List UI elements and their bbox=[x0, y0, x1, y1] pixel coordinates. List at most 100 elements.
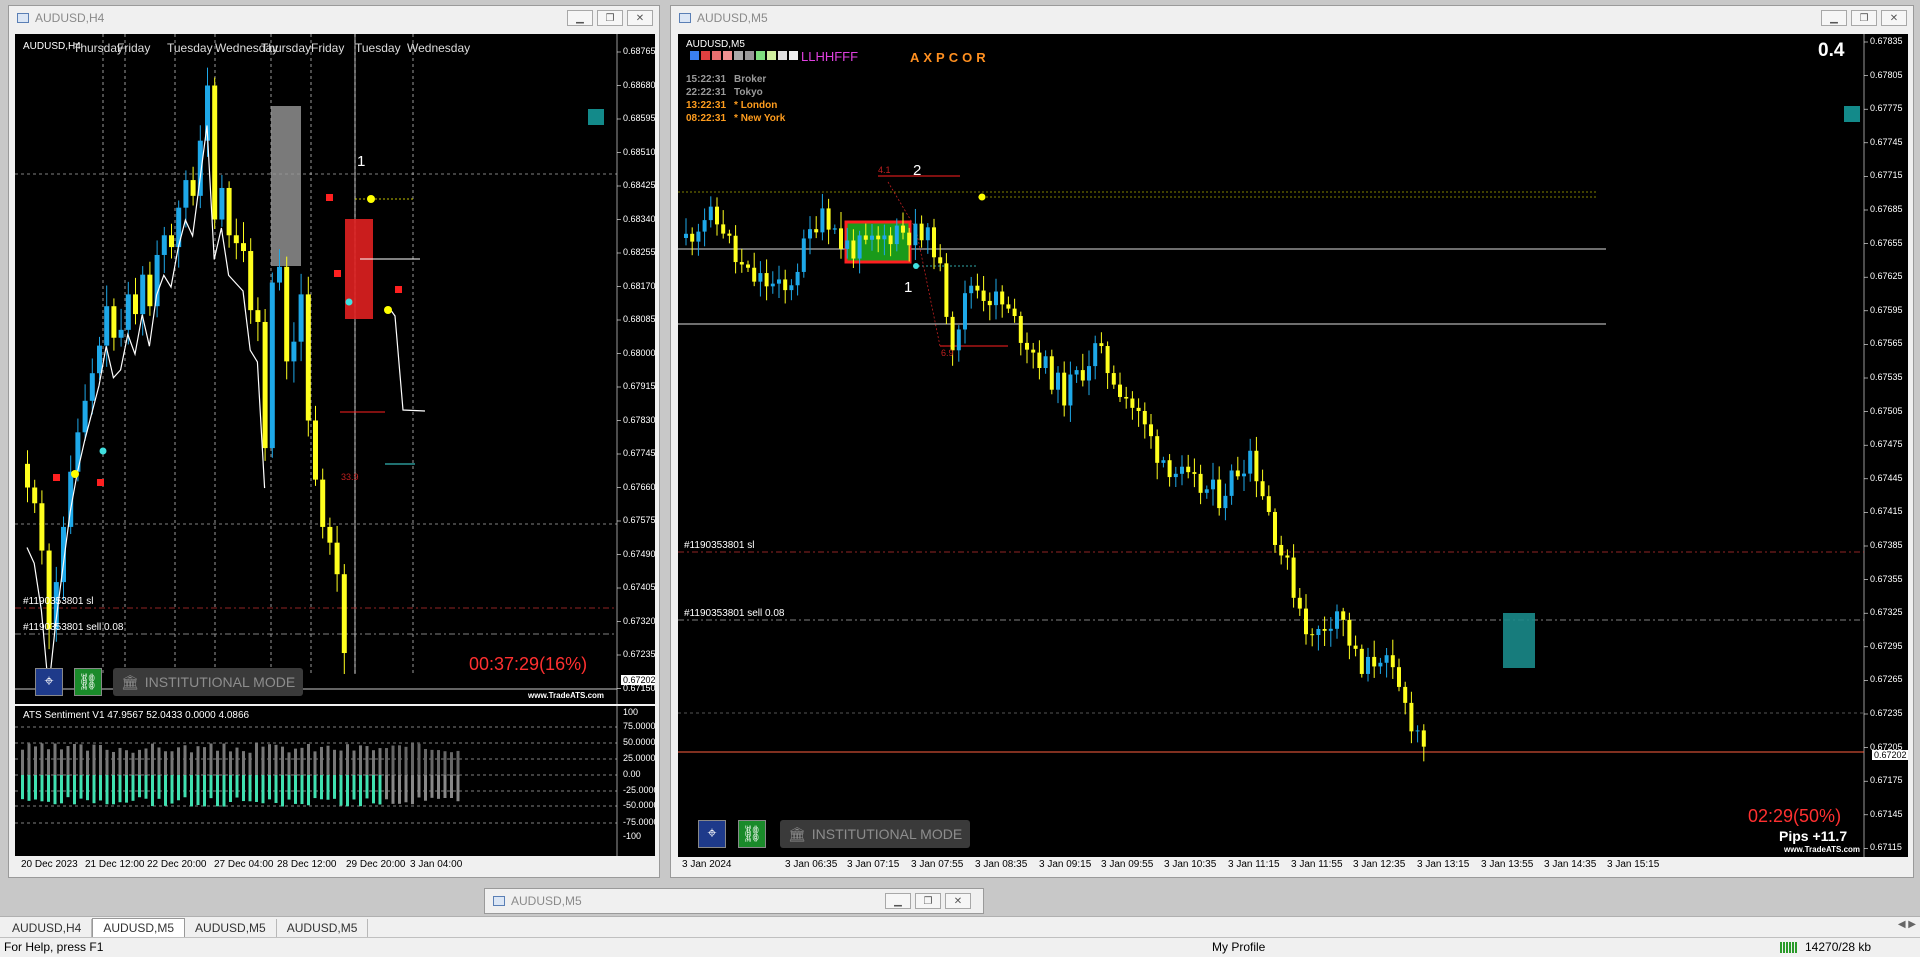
h4-price-chart[interactable]: AUDUSD,H4 Thursday Friday Tuesday Wednesday… bbox=[15, 34, 655, 704]
candle-body bbox=[851, 240, 856, 259]
sentiment-bar-gray bbox=[307, 743, 310, 775]
sentiment-bar-gray bbox=[294, 748, 297, 775]
chart-window-m5[interactable]: AUDUSD,M5 ▁ ❐ ✕ AUDUSD,M5 LLHHFFF AXPCOR… bbox=[670, 5, 1914, 878]
candle-body bbox=[944, 263, 949, 317]
candle-body bbox=[715, 206, 719, 225]
chart-symbol-label: AUDUSD,M5 bbox=[686, 39, 745, 50]
sentiment-bar bbox=[170, 775, 174, 804]
time-tick-label: 3 Jan 14:35 bbox=[1544, 859, 1597, 870]
session-name: * New York bbox=[734, 113, 786, 124]
link-icon[interactable]: ⛓ bbox=[74, 668, 102, 696]
brand-watermark: www.TradeATS.com bbox=[528, 691, 605, 700]
profile-name[interactable]: My Profile bbox=[1212, 940, 1265, 954]
sentiment-bar-gray bbox=[177, 747, 180, 775]
candle-body bbox=[341, 574, 347, 654]
sentiment-bar-gray bbox=[242, 751, 245, 775]
sentiment-bar-gray bbox=[274, 744, 278, 775]
candle-body bbox=[981, 290, 986, 301]
candle-body bbox=[226, 187, 232, 236]
sentiment-bar bbox=[359, 775, 362, 807]
tab-scroll-arrows-icon[interactable]: ◀ ▶ bbox=[1898, 919, 1916, 930]
sentiment-bar-gray bbox=[281, 746, 284, 775]
chart-tab[interactable]: AUDUSD,M5 bbox=[92, 918, 186, 937]
session-time: 15:22:31 bbox=[686, 74, 727, 85]
crosshair-icon[interactable]: ⌖ bbox=[35, 668, 63, 696]
crosshair-icon[interactable]: ⌖ bbox=[698, 820, 726, 848]
candle-body bbox=[727, 233, 732, 236]
candle-body bbox=[1000, 291, 1005, 305]
m5-price-chart[interactable]: AUDUSD,M5 LLHHFFF AXPCOR 0.4 15:22:31 Bro… bbox=[678, 34, 1908, 857]
candle-body bbox=[1316, 628, 1321, 636]
candle-body bbox=[1130, 398, 1135, 408]
sentiment-bar-gray bbox=[352, 750, 356, 775]
close-button[interactable]: ✕ bbox=[1881, 10, 1907, 26]
time-tick-label: 3 Jan 2024 bbox=[682, 859, 732, 870]
time-tick-label: 28 Dec 12:00 bbox=[277, 859, 337, 870]
price-tick-label: 0.67295 bbox=[1870, 640, 1903, 651]
signal-marker bbox=[97, 479, 104, 486]
indicator-tick-label: 75.0000 bbox=[623, 721, 655, 731]
chart-window-icon bbox=[17, 13, 29, 23]
minimize-button[interactable]: ▁ bbox=[1821, 10, 1847, 26]
sentiment-bar-gray bbox=[430, 749, 434, 775]
price-tick-label: 0.68680 bbox=[623, 79, 655, 90]
candle-body bbox=[764, 273, 769, 287]
maximize-button[interactable]: ❐ bbox=[1851, 10, 1877, 26]
window-title-bar[interactable]: AUDUSD,H4 bbox=[9, 6, 659, 30]
candle-body bbox=[708, 206, 713, 221]
sentiment-bar-gray bbox=[190, 752, 193, 775]
close-button[interactable]: ✕ bbox=[627, 10, 653, 26]
close-button[interactable]: ✕ bbox=[945, 893, 971, 909]
price-tick-label: 0.67415 bbox=[1870, 506, 1903, 517]
candle-body bbox=[1353, 645, 1358, 649]
sentiment-bar-gray bbox=[92, 744, 96, 775]
sentiment-bar bbox=[320, 775, 323, 800]
window-title-bar[interactable]: AUDUSD,M5 bbox=[671, 6, 1913, 30]
chart-tab[interactable]: AUDUSD,H4 bbox=[2, 919, 93, 937]
minimize-button[interactable]: ▁ bbox=[567, 10, 593, 26]
time-tick-label: 3 Jan 04:00 bbox=[410, 859, 463, 870]
candle-body bbox=[1254, 450, 1259, 482]
zone-box bbox=[271, 106, 301, 266]
sentiment-bar-gray bbox=[359, 745, 362, 775]
sentiment-bar bbox=[196, 775, 200, 806]
price-tick-label: 0.67625 bbox=[1870, 271, 1903, 282]
minimize-button[interactable]: ▁ bbox=[885, 893, 911, 909]
sentiment-bar-gray bbox=[365, 746, 369, 775]
chart-window-h4[interactable]: AUDUSD,H4 ▁ ❐ ✕ AUDUSD,H4 Thursday Friday… bbox=[8, 5, 660, 878]
sentiment-bar-gray bbox=[378, 748, 382, 775]
sentiment-bar bbox=[144, 775, 148, 799]
minimized-chart-window[interactable]: AUDUSD,M5 ▁ ❐ ✕ bbox=[484, 888, 984, 914]
link-icon[interactable]: ⛓ bbox=[738, 820, 766, 848]
sentiment-bar-gray bbox=[27, 743, 31, 775]
maximize-button[interactable]: ❐ bbox=[597, 10, 623, 26]
ats-sentiment-indicator[interactable]: ATS Sentiment V1 47.9567 52.0433 0.0000 … bbox=[15, 706, 655, 856]
sentiment-bar bbox=[73, 775, 76, 805]
price-tick-label: 0.68000 bbox=[623, 347, 655, 358]
session-name: * London bbox=[734, 100, 778, 111]
session-time: 22:22:31 bbox=[686, 87, 727, 98]
institutional-mode-button[interactable]: 🏛 INSTITUTIONAL MODE bbox=[113, 668, 304, 696]
chart-tab[interactable]: AUDUSD,M5 bbox=[185, 919, 277, 937]
chart-tab[interactable]: AUDUSD,M5 bbox=[277, 919, 369, 937]
restore-button[interactable]: ❐ bbox=[915, 893, 941, 909]
sentiment-bar-gray bbox=[229, 751, 232, 775]
window-title: AUDUSD,H4 bbox=[35, 11, 105, 25]
pips-profit: Pips +11.7 bbox=[1779, 828, 1848, 844]
sentiment-bar-gray bbox=[404, 746, 408, 775]
candle-body bbox=[1056, 372, 1060, 390]
axpcor-letters: AXPCOR bbox=[910, 50, 990, 65]
candle-body bbox=[901, 225, 905, 233]
color-swatch bbox=[767, 51, 776, 60]
price-tick-label: 0.67235 bbox=[1870, 708, 1903, 718]
sell-order-label: #1190353801 sell 0.08 bbox=[23, 622, 124, 633]
sentiment-bar bbox=[242, 775, 245, 802]
connection-icon bbox=[1780, 942, 1798, 953]
color-swatch bbox=[723, 51, 732, 60]
sentiment-bar-gray bbox=[118, 747, 122, 775]
sentiment-bar bbox=[424, 775, 427, 801]
institutional-mode-button[interactable]: 🏛 INSTITUTIONAL MODE bbox=[780, 820, 971, 848]
sentiment-bar bbox=[138, 775, 141, 798]
sentiment-bar bbox=[268, 775, 271, 800]
teal-marker bbox=[1844, 106, 1860, 122]
